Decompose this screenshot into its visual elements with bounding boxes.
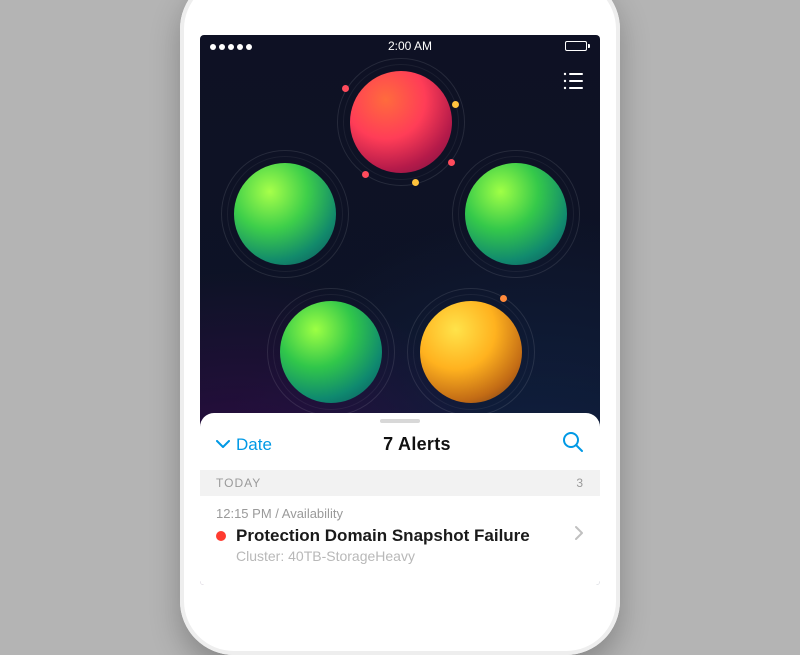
sort-label: Date xyxy=(236,435,272,455)
orb-ok-1[interactable] xyxy=(234,163,336,265)
phone-screen: 2:00 AM xyxy=(200,35,600,585)
alert-row[interactable]: 12:15 PM / Availability Protection Domai… xyxy=(200,496,600,568)
severity-dot-icon xyxy=(216,531,226,541)
status-bar: 2:00 AM xyxy=(200,35,600,57)
sort-button[interactable]: Date xyxy=(216,435,272,455)
search-button[interactable] xyxy=(562,431,584,458)
orb-warning[interactable] xyxy=(420,301,522,403)
orb-critical[interactable] xyxy=(350,71,452,173)
phone-frame: 2:00 AM xyxy=(180,0,620,655)
alert-title: Protection Domain Snapshot Failure xyxy=(236,526,564,546)
signal-dots-icon xyxy=(210,39,255,53)
sheet-title: 7 Alerts xyxy=(383,434,451,455)
chevron-right-icon xyxy=(574,525,584,546)
status-time: 2:00 AM xyxy=(388,39,432,53)
section-header: TODAY 3 xyxy=(200,470,600,496)
chevron-down-icon xyxy=(216,440,230,450)
section-count: 3 xyxy=(576,476,584,490)
orb-ok-3[interactable] xyxy=(280,301,382,403)
battery-icon xyxy=(565,41,590,51)
alert-meta: 12:15 PM / Availability xyxy=(216,506,584,521)
alerts-sheet: Date 7 Alerts TODAY 3 12:15 PM / Availab… xyxy=(200,413,600,585)
sheet-grab-handle[interactable] xyxy=(380,419,420,423)
section-label: TODAY xyxy=(216,476,261,490)
sheet-header: Date 7 Alerts xyxy=(200,425,600,470)
orb-ok-2[interactable] xyxy=(465,163,567,265)
cluster-orbs xyxy=(200,79,600,415)
alert-subtitle: Cluster: 40TB-StorageHeavy xyxy=(236,548,584,564)
search-icon xyxy=(562,431,584,453)
